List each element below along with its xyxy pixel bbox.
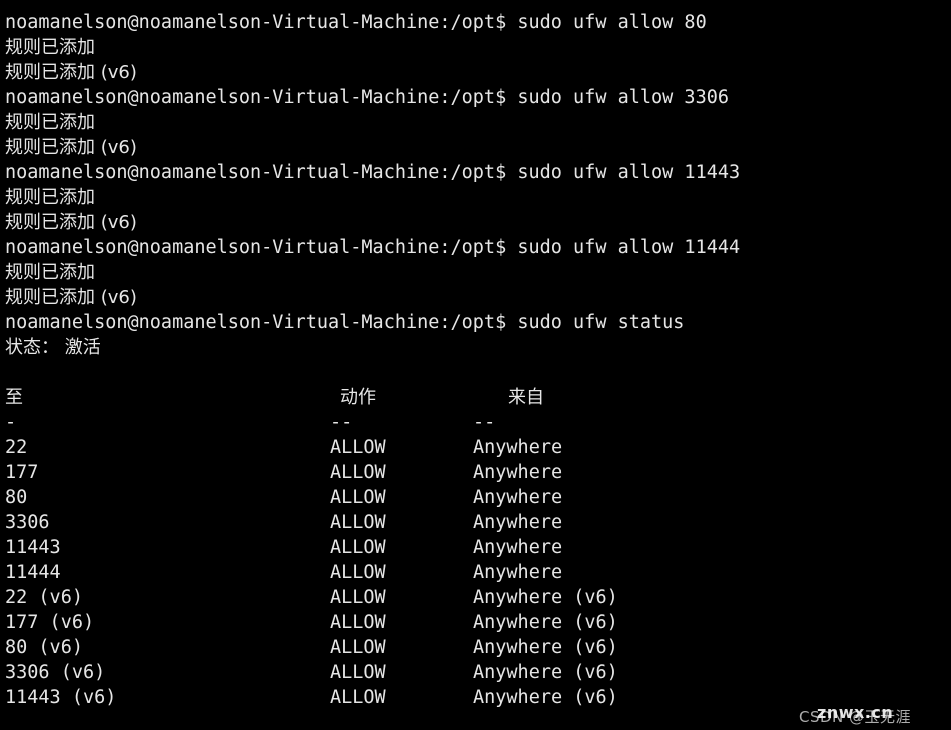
terminal-line-output: 规则已添加 (v6): [5, 212, 137, 233]
terminal-line-output: 规则已添加 (v6): [5, 287, 137, 308]
rule-to: 3306 (v6): [5, 662, 106, 683]
rule-from: Anywhere: [473, 462, 563, 483]
separator-to: -: [5, 412, 17, 433]
rule-to: 11443 (v6): [5, 687, 117, 708]
table-row: 11444 ALLOW Anywhere: [5, 560, 951, 585]
table-row: 22 ALLOW Anywhere: [5, 435, 951, 460]
rule-action: ALLOW: [330, 637, 386, 658]
table-row: 11443 ALLOW Anywhere: [5, 535, 951, 560]
rule-action: ALLOW: [330, 662, 386, 683]
shell-prompt: noamanelson@noamanelson-Virtual-Machine:…: [5, 312, 507, 333]
terminal-line-command: noamanelson@noamanelson-Virtual-Machine:…: [5, 160, 951, 185]
terminal-window[interactable]: noamanelson@noamanelson-Virtual-Machine:…: [0, 0, 951, 730]
terminal-line-command: noamanelson@noamanelson-Virtual-Machine:…: [5, 85, 951, 110]
rule-to: 177 (v6): [5, 612, 95, 633]
shell-command: sudo ufw status: [506, 312, 685, 333]
terminal-line-output: 规则已添加: [5, 262, 95, 283]
table-row: 3306 (v6) ALLOW Anywhere (v6): [5, 660, 951, 685]
rule-from: Anywhere (v6): [473, 687, 618, 708]
rule-to: 80: [5, 487, 28, 508]
table-row: 22 (v6) ALLOW Anywhere (v6): [5, 585, 951, 610]
table-row: 177 (v6) ALLOW Anywhere (v6): [5, 610, 951, 635]
rule-action: ALLOW: [330, 687, 386, 708]
shell-command: sudo ufw allow 11443: [506, 162, 741, 183]
rule-to: 11443: [5, 537, 61, 558]
rule-action: ALLOW: [330, 612, 386, 633]
rule-action: ALLOW: [330, 512, 386, 533]
rule-from: Anywhere: [473, 537, 563, 558]
separator-from: --: [473, 412, 496, 433]
rule-action: ALLOW: [330, 462, 386, 483]
terminal-line-output: 规则已添加: [5, 187, 95, 208]
shell-prompt: noamanelson@noamanelson-Virtual-Machine:…: [5, 237, 507, 258]
terminal-line-output: 规则已添加 (v6): [5, 137, 137, 158]
shell-command: sudo ufw allow 3306: [506, 87, 729, 108]
terminal-line-command: noamanelson@noamanelson-Virtual-Machine:…: [5, 10, 951, 35]
column-header-from: 来自: [508, 387, 544, 408]
table-row: 177 ALLOW Anywhere: [5, 460, 951, 485]
column-header-to: 至: [5, 387, 23, 408]
rule-action: ALLOW: [330, 437, 386, 458]
status-table-separator-row: - -- --: [5, 410, 951, 435]
shell-prompt: noamanelson@noamanelson-Virtual-Machine:…: [5, 12, 507, 33]
rule-to: 177: [5, 462, 39, 483]
rule-action: ALLOW: [330, 562, 386, 583]
terminal-line-output: 规则已添加: [5, 37, 95, 58]
table-row: 80 (v6) ALLOW Anywhere (v6): [5, 635, 951, 660]
rule-to: 80 (v6): [5, 637, 83, 658]
table-row: 3306 ALLOW Anywhere: [5, 510, 951, 535]
terminal-line-output: 规则已添加 (v6): [5, 62, 137, 83]
rule-to: 11444: [5, 562, 61, 583]
firewall-status-line: 状态： 激活: [5, 337, 101, 358]
rule-to: 22: [5, 437, 28, 458]
rule-to: 22 (v6): [5, 587, 83, 608]
table-row: 11443 (v6) ALLOW Anywhere (v6): [5, 685, 951, 710]
terminal-line-command: noamanelson@noamanelson-Virtual-Machine:…: [5, 310, 951, 335]
shell-command: sudo ufw allow 80: [506, 12, 707, 33]
shell-prompt: noamanelson@noamanelson-Virtual-Machine:…: [5, 87, 507, 108]
shell-command: sudo ufw allow 11444: [506, 237, 741, 258]
terminal-line-command: noamanelson@noamanelson-Virtual-Machine:…: [5, 235, 951, 260]
rule-action: ALLOW: [330, 587, 386, 608]
rule-from: Anywhere (v6): [473, 612, 618, 633]
rule-from: Anywhere (v6): [473, 662, 618, 683]
rule-from: Anywhere: [473, 562, 563, 583]
rule-from: Anywhere: [473, 512, 563, 533]
rule-from: Anywhere: [473, 487, 563, 508]
column-header-action: 动作: [340, 387, 376, 408]
rule-action: ALLOW: [330, 487, 386, 508]
rule-to: 3306: [5, 512, 50, 533]
rule-from: Anywhere: [473, 437, 563, 458]
rule-from: Anywhere (v6): [473, 637, 618, 658]
terminal-line-output: 规则已添加: [5, 112, 95, 133]
rule-from: Anywhere (v6): [473, 587, 618, 608]
rule-action: ALLOW: [330, 537, 386, 558]
table-row: 80 ALLOW Anywhere: [5, 485, 951, 510]
separator-action: --: [330, 412, 353, 433]
shell-prompt: noamanelson@noamanelson-Virtual-Machine:…: [5, 162, 507, 183]
status-table-header-row: 至 动作 来自: [5, 385, 951, 410]
